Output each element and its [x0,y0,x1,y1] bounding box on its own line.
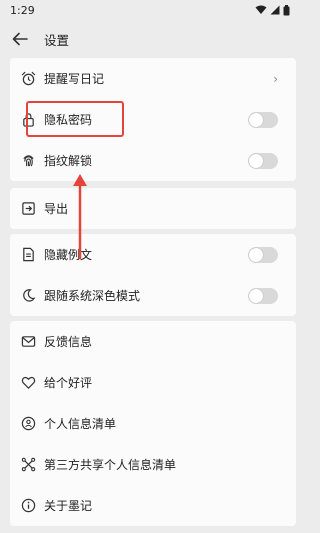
annotation-arrow-icon [73,174,87,260]
